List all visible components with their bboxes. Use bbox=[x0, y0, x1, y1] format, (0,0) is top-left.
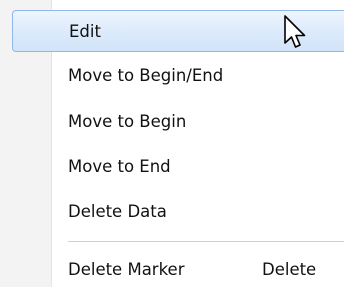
menu-item-label: Delete Marker bbox=[68, 260, 185, 279]
menu-item-move-to-begin[interactable]: Move to Begin bbox=[0, 102, 344, 142]
menu-item-move-to-end[interactable]: Move to End bbox=[0, 147, 344, 187]
menu-item-label: Move to Begin bbox=[68, 112, 187, 131]
menu-item-move-to-begin-end[interactable]: Move to Begin/End bbox=[0, 56, 344, 96]
context-menu: Edit Move to Begin/End Move to Begin Mov… bbox=[0, 0, 344, 287]
menu-item-delete-data[interactable]: Delete Data bbox=[0, 192, 344, 232]
menu-separator bbox=[68, 241, 344, 242]
menu-item-label: Move to End bbox=[68, 157, 171, 176]
menu-item-label: Edit bbox=[69, 22, 101, 41]
menu-item-shortcut: Delete bbox=[262, 260, 317, 279]
mouse-pointer-icon bbox=[284, 15, 306, 48]
menu-item-delete-marker[interactable]: Delete Marker Delete bbox=[0, 250, 344, 287]
menu-item-label: Delete Data bbox=[68, 202, 167, 221]
menu-item-label: Move to Begin/End bbox=[68, 66, 224, 85]
